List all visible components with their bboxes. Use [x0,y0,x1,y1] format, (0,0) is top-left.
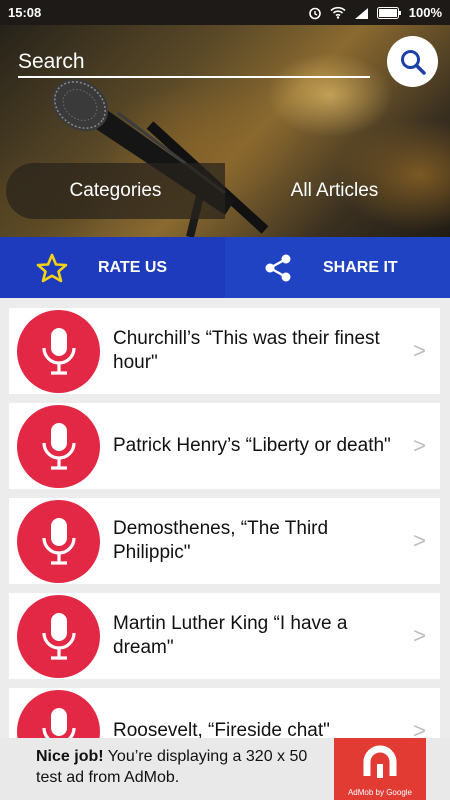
search-field[interactable] [18,48,370,78]
ad-headline: Nice job! [36,748,104,765]
rate-us-label: RATE US [98,258,168,276]
chevron-right-icon: > [413,623,426,648]
star-icon [36,253,68,282]
search-input[interactable] [18,48,370,76]
article-title: Martin Luther King “I have a dream" [113,613,348,658]
battery-icon [376,6,401,19]
status-time: 15:08 [8,5,42,20]
ad-brand: AdMob by Google [347,788,413,797]
ad-text: Nice job! You’re displaying a 320 x 50 t… [36,746,326,788]
share-it-label: SHARE IT [323,258,398,276]
microphone-icon [17,594,100,678]
alarm-icon [308,6,322,20]
list-item[interactable]: Roosevelt, “Fireside chat" > [9,688,440,738]
article-title: Patrick Henry’s “Liberty or death" [113,435,391,456]
article-title: Churchill’s “This was their finest hour" [113,328,380,373]
signal-icon [354,7,369,19]
microphone-icon [17,309,100,393]
list-item[interactable]: Patrick Henry’s “Liberty or death" > [9,403,440,489]
chevron-right-icon: > [413,528,426,553]
rate-us-button[interactable]: RATE US [0,237,225,298]
microphone-icon [17,689,100,738]
search-icon [400,49,426,75]
tab-bar: Categories All Articles [6,163,444,219]
header-hero: Categories All Articles [0,25,450,237]
microphone-icon [17,499,100,583]
admob-logo: AdMob by Google [334,738,426,800]
list-item[interactable]: Demosthenes, “The Third Philippic" > [9,498,440,584]
search-button[interactable] [387,36,438,87]
tab-all-articles[interactable]: All Articles [225,163,444,219]
action-bar: RATE US SHARE IT [0,237,450,298]
list-item[interactable]: Churchill’s “This was their finest hour"… [9,308,440,394]
article-list: Churchill’s “This was their finest hour"… [0,298,450,738]
article-title: Demosthenes, “The Third Philippic" [113,518,329,563]
article-title: Roosevelt, “Fireside chat" [113,720,330,738]
wifi-icon [330,6,346,19]
tab-categories[interactable]: Categories [6,163,225,219]
share-it-button[interactable]: SHARE IT [225,237,450,298]
list-item[interactable]: Martin Luther King “I have a dream" > [9,593,440,679]
chevron-right-icon: > [413,433,426,458]
chevron-right-icon: > [413,718,426,738]
admob-icon [363,745,397,778]
battery-percent: 100% [408,5,442,20]
chevron-right-icon: > [413,338,426,363]
microphone-icon [17,404,100,488]
ad-banner[interactable]: Nice job! You’re displaying a 320 x 50 t… [0,738,450,800]
share-icon [265,254,291,281]
status-bar: 15:08 100% [0,0,450,25]
